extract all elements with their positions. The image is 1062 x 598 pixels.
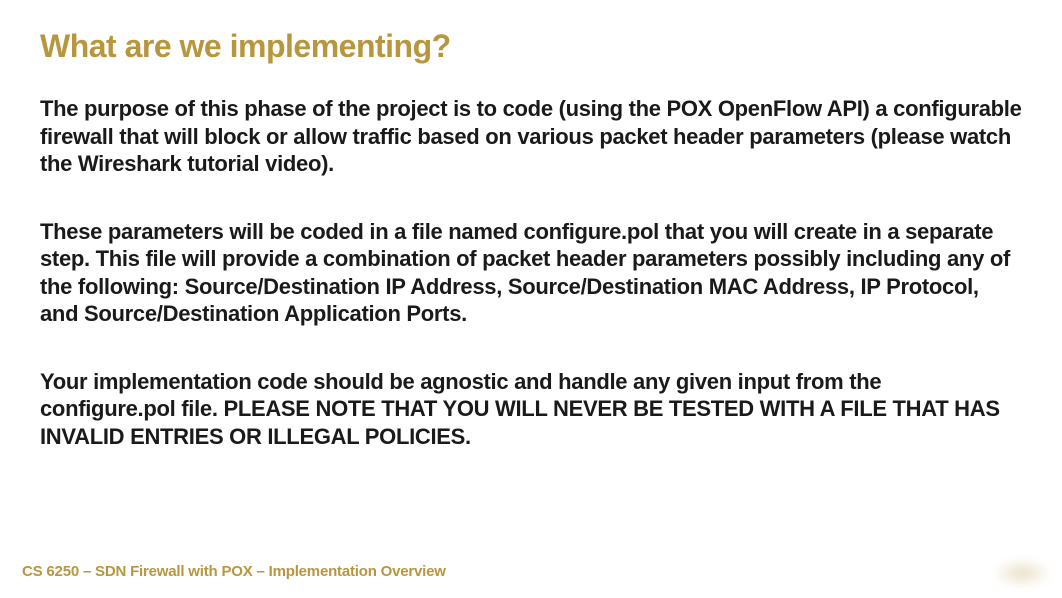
paragraph-2: These parameters will be coded in a file… [40,218,1022,328]
corner-decoration-icon [992,558,1052,588]
slide-container: What are we implementing? The purpose of… [0,0,1062,598]
paragraph-3: Your implementation code should be agnos… [40,368,1022,451]
slide-footer: CS 6250 – SDN Firewall with POX – Implem… [22,563,446,580]
paragraph-1: The purpose of this phase of the project… [40,95,1022,178]
slide-title: What are we implementing? [40,28,1022,65]
